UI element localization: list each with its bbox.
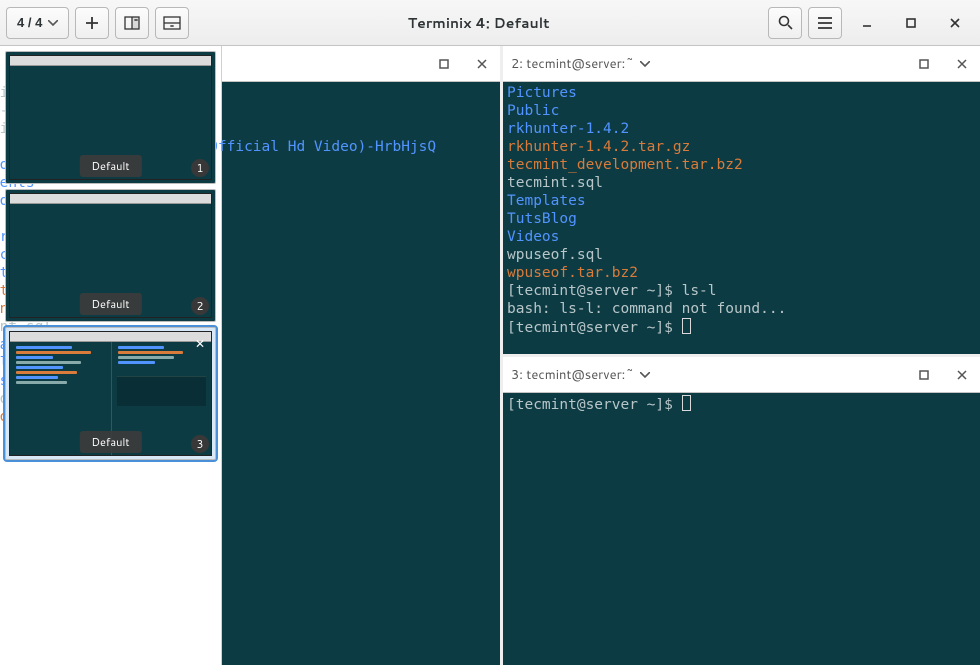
thumb-number: 2 (191, 297, 209, 315)
plus-icon (85, 16, 99, 30)
pane-tab-label: 2: tecmint@server:~ (511, 55, 634, 73)
split-down-button[interactable] (155, 7, 189, 39)
window-maximize-button[interactable] (902, 14, 920, 32)
search-icon (778, 15, 793, 30)
close-icon (957, 59, 967, 69)
maximize-icon (439, 59, 449, 69)
close-icon (950, 18, 960, 28)
maximize-icon (919, 59, 929, 69)
thumb-label: Default (79, 431, 141, 453)
session-thumb-2[interactable]: Default 2 (5, 189, 216, 322)
pane-tab-label: 3: tecmint@server:~ (511, 366, 634, 384)
pane-tab-2: 2: tecmint@server:~ (503, 46, 980, 82)
terminal-content-3[interactable]: [tecmint@server ~]$ (503, 393, 980, 665)
left-column: [tecmint@server ~]$ uname -r 4.6.4-301.f… (222, 46, 500, 665)
terminal-pane-2[interactable]: 2: tecmint@server:~ Pictures Public rkhu… (503, 46, 980, 354)
window-title: Terminix 4: Default (408, 13, 550, 33)
minimize-icon (862, 18, 872, 28)
split-right-icon (124, 16, 140, 30)
pane-maximize-button[interactable] (914, 365, 934, 385)
pane-area: [tecmint@server ~]$ uname -r 4.6.4-301.f… (222, 46, 980, 665)
pane-maximize-button[interactable] (914, 54, 934, 74)
right-column: 2: tecmint@server:~ Pictures Public rkhu… (503, 46, 980, 665)
search-button[interactable] (768, 7, 802, 39)
window-close-button[interactable] (946, 14, 964, 32)
window-minimize-button[interactable] (858, 14, 876, 32)
pane-close-button[interactable] (952, 54, 972, 74)
maximize-icon (906, 18, 916, 28)
terminal-pane-3[interactable]: 3: tecmint@server:~ [tecmint@server ~]$ (503, 357, 980, 665)
terminal-pane-1[interactable]: [tecmint@server ~]$ uname -r 4.6.4-301.f… (222, 46, 500, 665)
pane-maximize-button[interactable] (434, 54, 454, 74)
thumb-label: Default (79, 293, 141, 315)
maximize-icon (919, 370, 929, 380)
split-down-icon (163, 16, 181, 30)
header-bar: 4 / 4 Terminix 4: Default (0, 0, 980, 46)
thumb-number: 1 (191, 159, 209, 177)
pane-close-button[interactable] (472, 54, 492, 74)
chevron-down-icon[interactable] (640, 372, 650, 378)
split-right-button[interactable] (115, 7, 149, 39)
session-switcher-button[interactable]: 4 / 4 (6, 7, 69, 39)
pane-tab-1 (222, 46, 500, 82)
hamburger-icon (818, 17, 832, 29)
session-counter: 4 / 4 (17, 15, 42, 30)
pane-close-button[interactable] (952, 365, 972, 385)
chevron-down-icon[interactable] (640, 61, 650, 67)
pane-tab-3: 3: tecmint@server:~ (503, 357, 980, 393)
session-thumb-3[interactable]: ✕ (5, 327, 216, 460)
close-icon (957, 370, 967, 380)
body-area: Default 1 Default 2 ✕ (0, 46, 980, 665)
thumb-label: Default (79, 155, 141, 177)
close-icon (477, 59, 487, 69)
session-thumb-1[interactable]: Default 1 (5, 51, 216, 184)
chevron-down-icon (48, 20, 58, 26)
terminal-content-2[interactable]: Pictures Public rkhunter-1.4.2 rkhunter-… (503, 82, 980, 354)
menu-button[interactable] (808, 7, 842, 39)
new-session-button[interactable] (75, 7, 109, 39)
thumb-number: 3 (191, 435, 209, 453)
